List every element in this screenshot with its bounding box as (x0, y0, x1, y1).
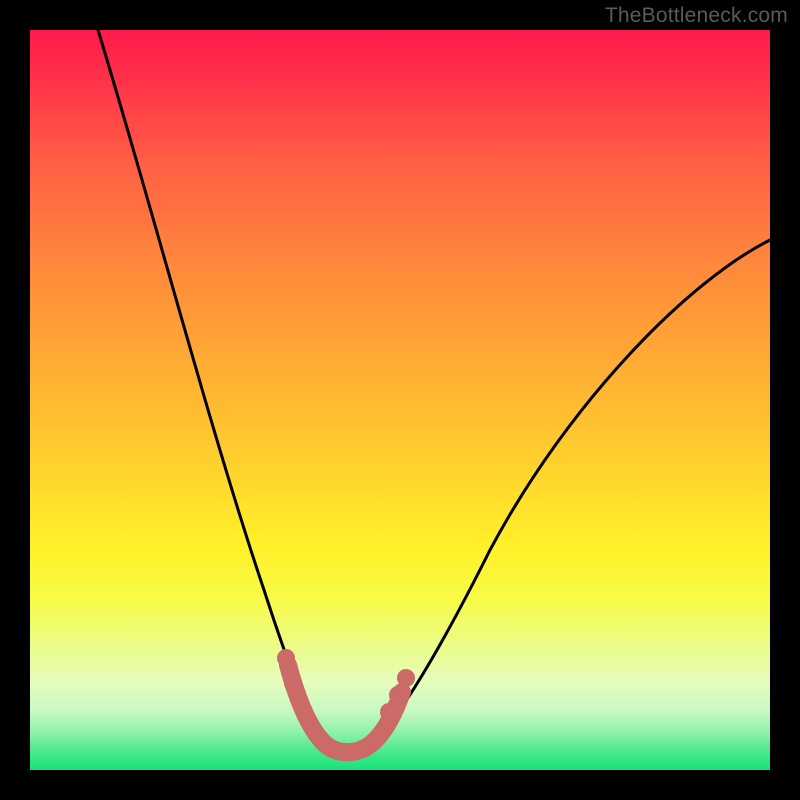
plot-area (30, 30, 770, 770)
highlight-dot (277, 649, 295, 667)
highlight-dot (397, 669, 415, 687)
highlight-dot (380, 703, 398, 721)
curve-layer (30, 30, 770, 770)
highlight-dot (389, 686, 407, 704)
highlight-dot (284, 674, 302, 692)
bottleneck-curve (98, 30, 770, 751)
watermark-text: TheBottleneck.com (605, 4, 788, 28)
chart-frame: TheBottleneck.com (0, 0, 800, 800)
